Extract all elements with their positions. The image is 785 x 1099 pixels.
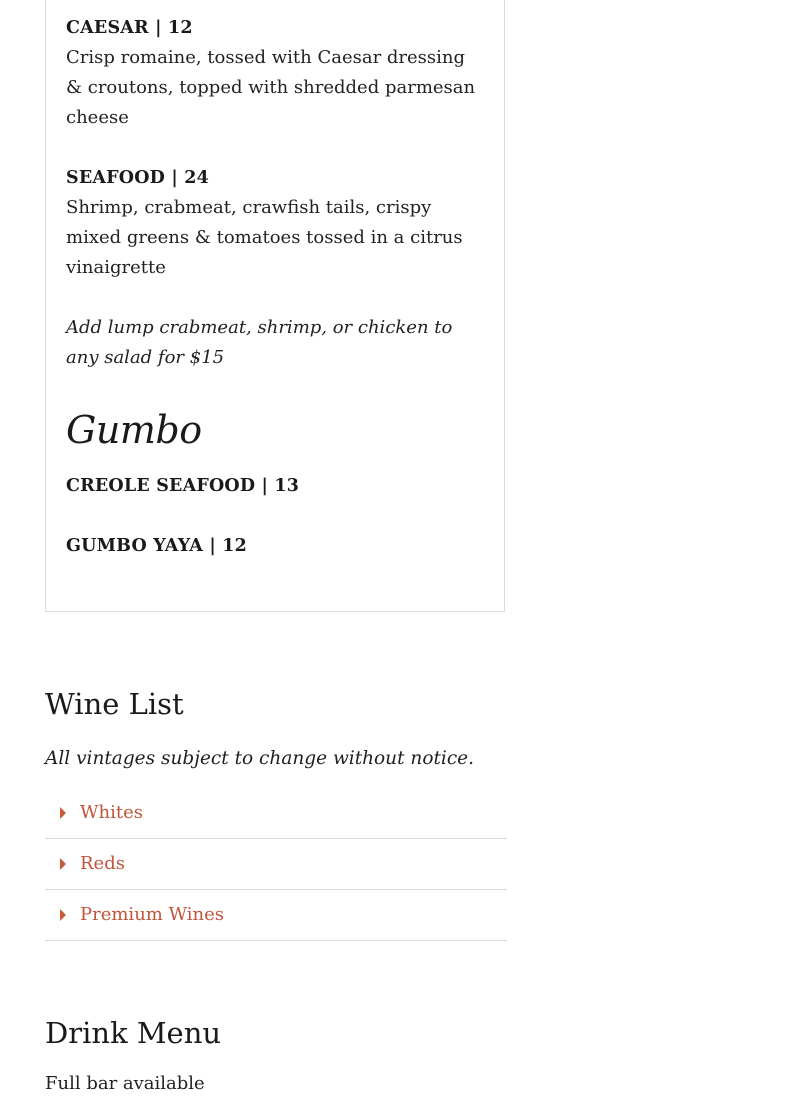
menu-item-caesar: CAESAR | 12 Crisp romaine, tossed with C… <box>66 13 486 133</box>
accordion-item-premium-wines[interactable]: Premium Wines <box>45 890 507 941</box>
menu-item-gumbo-yaya: GUMBO YAYA | 12 <box>66 531 486 561</box>
drink-menu-heading: Drink Menu <box>45 1016 222 1050</box>
caret-right-icon <box>60 807 66 819</box>
wine-list-subtitle: All vintages subject to change without n… <box>45 748 475 769</box>
gumbo-heading: Gumbo <box>66 408 202 452</box>
accordion-label: Premium Wines <box>80 904 224 925</box>
wine-accordion: Whites Reds Premium Wines <box>45 788 507 941</box>
menu-item-seafood: SEAFOOD | 24 Shrimp, crabmeat, crawfish … <box>66 163 486 283</box>
menu-item-title: CAESAR | 12 <box>66 18 193 38</box>
caret-right-icon <box>60 909 66 921</box>
menu-item-creole-seafood: CREOLE SEAFOOD | 13 <box>66 471 486 501</box>
accordion-item-reds[interactable]: Reds <box>45 839 507 890</box>
wine-list-heading: Wine List <box>45 687 184 721</box>
menu-item-title: SEAFOOD | 24 <box>66 168 209 188</box>
menu-item-title: CREOLE SEAFOOD | 13 <box>66 476 300 496</box>
accordion-label: Whites <box>80 802 143 823</box>
salad-addon-note: Add lump crabmeat, shrimp, or chicken to… <box>66 317 453 368</box>
accordion-item-whites[interactable]: Whites <box>45 788 507 839</box>
menu-item-description: Crisp romaine, tossed with Caesar dressi… <box>66 47 476 128</box>
menu-item-description: Shrimp, crabmeat, crawfish tails, crispy… <box>66 197 463 278</box>
menu-card: CAESAR | 12 Crisp romaine, tossed with C… <box>45 0 505 612</box>
menu-item-title: GUMBO YAYA | 12 <box>66 536 247 556</box>
caret-right-icon <box>60 858 66 870</box>
drink-menu-intro: Full bar available <box>45 1073 205 1094</box>
accordion-label: Reds <box>80 853 125 874</box>
